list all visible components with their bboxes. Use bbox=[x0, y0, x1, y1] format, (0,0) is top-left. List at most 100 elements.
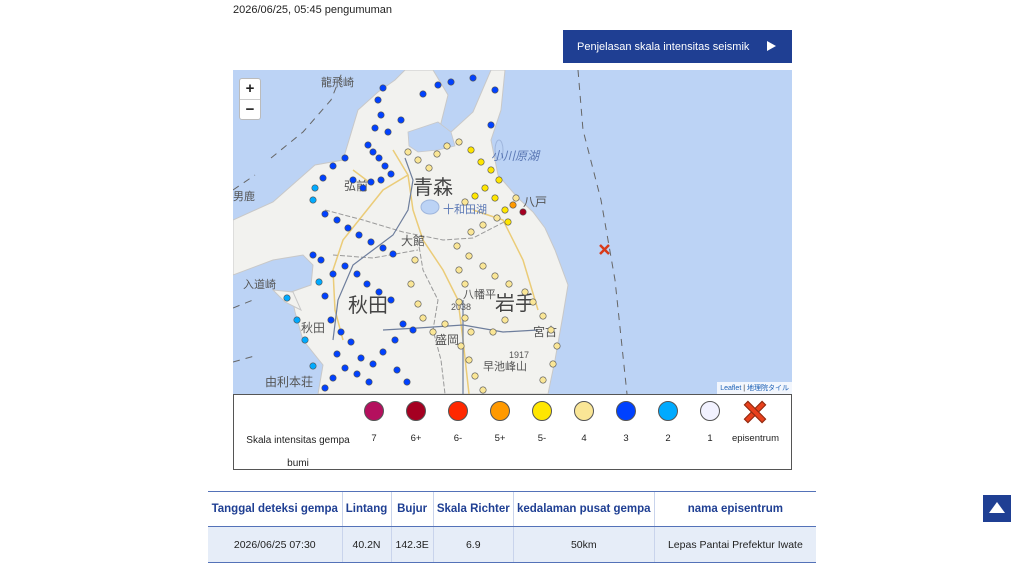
lake-towada bbox=[420, 199, 440, 215]
station-marker bbox=[455, 298, 463, 306]
label-nyudozaki: 入道崎 bbox=[243, 277, 276, 291]
station-marker bbox=[489, 328, 497, 336]
station-marker bbox=[425, 164, 433, 172]
page: 2026/06/25, 05:45 pengumuman Penjelasan … bbox=[0, 0, 1024, 576]
station-marker bbox=[321, 292, 329, 300]
station-marker bbox=[549, 360, 557, 368]
label-hachimantai: 八幡平 bbox=[463, 287, 496, 301]
label-akita-pref: 秋田 bbox=[348, 294, 388, 317]
legend-swatch bbox=[490, 401, 510, 421]
station-marker bbox=[367, 178, 375, 186]
station-marker bbox=[409, 326, 417, 334]
station-marker bbox=[365, 378, 373, 386]
station-marker bbox=[434, 81, 442, 89]
intensity-legend: Skala intensitas gempa bumi 7 6+ 6- 5+ 5… bbox=[233, 394, 792, 470]
station-marker bbox=[381, 162, 389, 170]
station-marker bbox=[353, 270, 361, 278]
station-marker bbox=[491, 86, 499, 94]
station-marker bbox=[493, 214, 501, 222]
legend-item-3: 3 bbox=[606, 401, 646, 449]
legend-label: 4 bbox=[581, 433, 587, 444]
label-oga: 男鹿 bbox=[233, 189, 255, 203]
station-marker bbox=[453, 242, 461, 250]
zoom-out-button[interactable]: − bbox=[240, 99, 260, 119]
station-marker bbox=[355, 231, 363, 239]
station-marker bbox=[293, 316, 301, 324]
station-marker bbox=[501, 316, 509, 324]
intensity-scale-button-label: Penjelasan skala intensitas seismik bbox=[577, 40, 750, 53]
earthquake-info-table: Tanggal deteksi gempa Lintang Bujur Skal… bbox=[208, 491, 816, 563]
station-marker bbox=[467, 328, 475, 336]
station-marker bbox=[321, 210, 329, 218]
station-marker bbox=[469, 74, 477, 82]
epicenter-cross-icon bbox=[744, 401, 764, 421]
legend-label: 1 bbox=[707, 433, 713, 444]
station-marker bbox=[547, 326, 555, 334]
play-arrow-icon bbox=[767, 41, 776, 51]
legend-label: episentrum bbox=[732, 433, 779, 444]
legend-swatch bbox=[574, 401, 594, 421]
station-marker bbox=[357, 354, 365, 362]
station-marker bbox=[349, 176, 357, 184]
station-marker bbox=[363, 280, 371, 288]
legend-swatch bbox=[700, 401, 720, 421]
station-marker bbox=[347, 338, 355, 346]
legend-item-1: 1 bbox=[690, 401, 730, 449]
legend-label: 5- bbox=[537, 433, 547, 444]
cell-longitude: 142.3E bbox=[390, 526, 434, 563]
station-marker bbox=[479, 221, 487, 229]
station-marker bbox=[403, 378, 411, 386]
station-marker bbox=[404, 148, 412, 156]
station-marker bbox=[364, 141, 372, 149]
map-attribution: Leaflet | 地理院タイル bbox=[717, 382, 792, 394]
legend-label: 6- bbox=[453, 433, 463, 444]
cell-magnitude: 6.9 bbox=[432, 526, 514, 563]
station-marker bbox=[309, 362, 317, 370]
zoom-in-button[interactable]: + bbox=[240, 79, 260, 99]
legend-label: 6+ bbox=[410, 433, 422, 444]
station-marker bbox=[443, 142, 451, 150]
station-marker bbox=[341, 262, 349, 270]
gsi-tiles-link[interactable]: 地理院タイル bbox=[747, 385, 789, 392]
station-marker bbox=[509, 201, 517, 209]
station-marker bbox=[333, 216, 341, 224]
legend-swatch bbox=[406, 401, 426, 421]
station-marker bbox=[283, 294, 291, 302]
legend-label: 5+ bbox=[494, 433, 506, 444]
legend-swatch bbox=[616, 401, 636, 421]
station-marker bbox=[377, 176, 385, 184]
scroll-to-top-button[interactable] bbox=[983, 495, 1011, 522]
legend-item-epicenter: episentrum bbox=[732, 401, 779, 449]
cell-latitude: 40.2N bbox=[341, 526, 391, 563]
station-marker bbox=[371, 124, 379, 132]
station-marker bbox=[321, 384, 329, 392]
station-marker bbox=[341, 154, 349, 162]
col-epicenter-name: nama episentrum bbox=[653, 491, 816, 527]
leaflet-link[interactable]: Leaflet bbox=[720, 385, 741, 392]
station-marker bbox=[369, 360, 377, 368]
station-marker bbox=[519, 208, 527, 216]
station-marker bbox=[375, 154, 383, 162]
station-marker bbox=[477, 158, 485, 166]
station-marker bbox=[512, 194, 520, 202]
station-marker bbox=[393, 366, 401, 374]
station-marker bbox=[501, 206, 509, 214]
station-marker bbox=[329, 162, 337, 170]
col-detection-date: Tanggal deteksi gempa bbox=[208, 491, 342, 527]
station-marker bbox=[495, 176, 503, 184]
station-marker bbox=[399, 320, 407, 328]
station-marker bbox=[384, 128, 392, 136]
station-marker bbox=[419, 314, 427, 322]
col-latitude: Lintang bbox=[341, 491, 391, 527]
label-hachinohe: 八戸 bbox=[523, 195, 547, 209]
station-marker bbox=[387, 170, 395, 178]
station-marker bbox=[309, 251, 317, 259]
station-marker bbox=[455, 138, 463, 146]
earthquake-map[interactable]: + − 龍飛崎 青森 弘前 小川原湖 十和田湖 八戸 大館 秋田 岩手 男鹿 入… bbox=[233, 70, 792, 394]
intensity-scale-button[interactable]: Penjelasan skala intensitas seismik bbox=[563, 30, 792, 63]
station-marker bbox=[539, 312, 547, 320]
station-marker bbox=[465, 252, 473, 260]
legend-label: 3 bbox=[623, 433, 629, 444]
station-marker bbox=[301, 336, 309, 344]
station-marker bbox=[337, 328, 345, 336]
